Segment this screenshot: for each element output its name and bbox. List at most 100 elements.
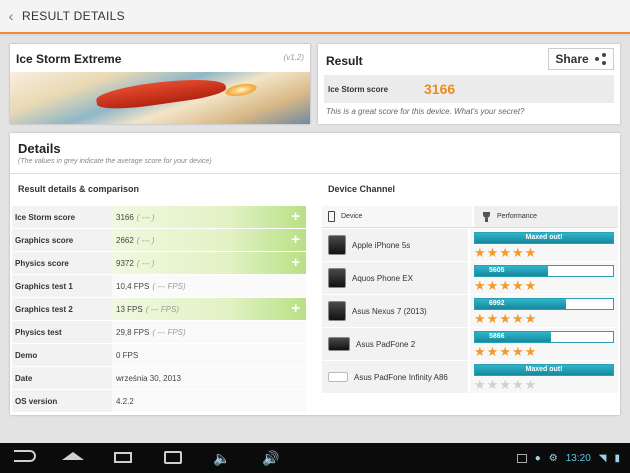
device-thumbnail — [328, 372, 348, 382]
share-button[interactable]: Share — [548, 48, 614, 70]
result-detail-value-cell[interactable]: 13 FPS( --- FPS) + — [112, 298, 306, 320]
result-detail-value-cell: września 30, 2013 — [112, 367, 306, 389]
result-detail-value: 3166 — [116, 212, 134, 222]
device-column-header: Device — [322, 206, 472, 227]
rating-stars: ★ ★ ★ ★ ★ — [474, 246, 614, 260]
device-channel-title: Device Channel — [328, 184, 396, 194]
result-detail-value-cell[interactable]: 3166( --- ) + — [112, 206, 306, 228]
result-detail-average: ( --- ) — [136, 212, 155, 222]
expand-plus-icon[interactable]: + — [291, 255, 300, 271]
expand-plus-icon[interactable]: + — [291, 209, 300, 225]
result-details-title: Result details & comparison — [18, 184, 140, 194]
device-row[interactable]: Asus PadFone 2 5866 ★ ★ ★ ★ ★ — [322, 328, 618, 361]
expand-plus-icon[interactable]: + — [291, 301, 300, 317]
performance-bar: 5605 — [474, 265, 614, 277]
device-thumbnail — [328, 268, 346, 288]
result-detail-average: ( --- FPS) — [152, 327, 186, 337]
rating-star-icon: ★ — [524, 311, 537, 326]
rating-star-icon: ★ — [524, 377, 537, 392]
result-detail-label: Graphics score — [12, 229, 112, 251]
performance-bar: 6992 — [474, 298, 614, 310]
result-detail-value: 0 FPS — [116, 350, 139, 360]
result-detail-value-cell[interactable]: 2662( --- ) + — [112, 229, 306, 251]
device-row[interactable]: Aquos Phone EX 5605 ★ ★ ★ ★ ★ — [322, 262, 618, 295]
device-name: Asus Nexus 7 (2013) — [352, 306, 427, 316]
volume-up-icon[interactable]: 🔊 — [262, 450, 279, 467]
rating-star-icon: ★ — [499, 344, 511, 359]
result-detail-value: 29,8 FPS — [116, 327, 150, 337]
result-detail-row: Graphics score 2662( --- ) + — [12, 229, 306, 252]
content-area: Ice Storm Extreme (v1.2) Result Share Ic… — [0, 36, 630, 443]
device-thumbnail — [328, 337, 350, 351]
result-detail-label: Date — [12, 367, 112, 389]
system-navigation-bar: 🔈 🔊 ● ⚙ 13:20 ◥ ▮ — [0, 443, 630, 473]
result-details-table: Ice Storm score 3166( --- ) + Graphics scor… — [12, 206, 306, 413]
rating-star-icon: ★ — [524, 245, 537, 260]
phone-icon — [328, 211, 335, 222]
device-column-label: Device — [341, 213, 363, 220]
score-message: This is a great score for this device. W… — [326, 107, 525, 116]
rating-star-icon: ★ — [511, 278, 524, 293]
performance-cell: 5866 ★ ★ ★ ★ ★ — [470, 328, 618, 360]
result-detail-value: 9372 — [116, 258, 134, 268]
result-detail-value: 10,4 FPS — [116, 281, 150, 291]
device-row[interactable]: Apple iPhone 5s Maxed out! ★ ★ ★ ★ ★ — [322, 229, 618, 262]
performance-bar: Maxed out! — [474, 232, 614, 244]
result-detail-value: 13 FPS — [116, 304, 143, 314]
rating-star-icon: ★ — [524, 344, 537, 359]
rating-star-icon: ★ — [499, 245, 511, 260]
rating-stars: ★ ★ ★ ★ ★ — [474, 345, 614, 359]
back-chevron-icon[interactable]: ‹ — [0, 0, 22, 33]
device-name: Apple iPhone 5s — [352, 240, 411, 250]
test-version: (v1.2) — [283, 53, 304, 62]
nav-back-icon[interactable] — [14, 450, 36, 462]
rating-star-icon: ★ — [474, 245, 486, 260]
device-name: Aquos Phone EX — [352, 273, 413, 283]
result-detail-label: OS version — [12, 390, 112, 412]
result-detail-value: września 30, 2013 — [116, 373, 181, 383]
result-detail-label: Graphics test 2 — [12, 298, 112, 320]
expand-plus-icon[interactable]: + — [291, 232, 300, 248]
device-cell: Asus PadFone 2 — [322, 328, 468, 360]
nav-home-icon[interactable] — [62, 452, 84, 464]
result-detail-row: Date września 30, 2013 — [12, 367, 306, 390]
rating-star-icon: ★ — [499, 278, 511, 293]
test-banner-image — [10, 72, 310, 124]
rating-star-icon: ★ — [511, 344, 524, 359]
share-label: Share — [555, 52, 589, 66]
performance-bar-label: 6992 — [489, 300, 505, 307]
device-row[interactable]: Asus Nexus 7 (2013) 6992 ★ ★ ★ ★ ★ — [322, 295, 618, 328]
rating-star-icon: ★ — [524, 278, 537, 293]
score-label: Ice Storm score — [328, 84, 389, 94]
result-detail-label: Ice Storm score — [12, 206, 112, 228]
rating-star-icon: ★ — [511, 245, 524, 260]
rating-star-icon: ★ — [474, 278, 486, 293]
rating-star-icon: ★ — [511, 311, 524, 326]
result-detail-value: 4.2.2 — [116, 396, 134, 406]
alert-icon: ● — [534, 452, 541, 464]
wifi-icon: ◥ — [598, 452, 607, 464]
screenshot-icon[interactable] — [164, 451, 182, 464]
device-row[interactable]: Asus PadFone Infinity A86 Maxed out! ★ ★ ★ ★ ★ — [322, 361, 618, 394]
result-heading: Result — [326, 54, 363, 68]
nav-recent-apps-icon[interactable] — [114, 452, 132, 463]
performance-bar: Maxed out! — [474, 364, 614, 376]
rating-stars: ★ ★ ★ ★ ★ — [474, 378, 614, 392]
result-detail-row: Demo 0 FPS — [12, 344, 306, 367]
result-detail-average: ( --- ) — [136, 235, 155, 245]
status-area[interactable]: ● ⚙ 13:20 ◥ ▮ — [516, 443, 620, 473]
result-detail-label: Physics test — [12, 321, 112, 343]
performance-bar: 5866 — [474, 331, 614, 343]
result-detail-row: OS version 4.2.2 — [12, 390, 306, 413]
result-detail-row: Physics score 9372( --- ) + — [12, 252, 306, 275]
share-icon — [594, 53, 607, 65]
result-detail-row: Graphics test 1 10,4 FPS( --- FPS) — [12, 275, 306, 298]
device-name: Asus PadFone Infinity A86 — [354, 372, 448, 382]
battery-icon: ▮ — [614, 452, 620, 464]
volume-down-icon[interactable]: 🔈 — [213, 450, 230, 467]
device-channel-header: Device Performance — [322, 206, 618, 228]
details-heading: Details — [18, 141, 61, 156]
result-detail-value-cell[interactable]: 9372( --- ) + — [112, 252, 306, 274]
performance-bar-label: Maxed out! — [525, 234, 563, 241]
result-detail-average: ( --- FPS) — [145, 304, 180, 314]
